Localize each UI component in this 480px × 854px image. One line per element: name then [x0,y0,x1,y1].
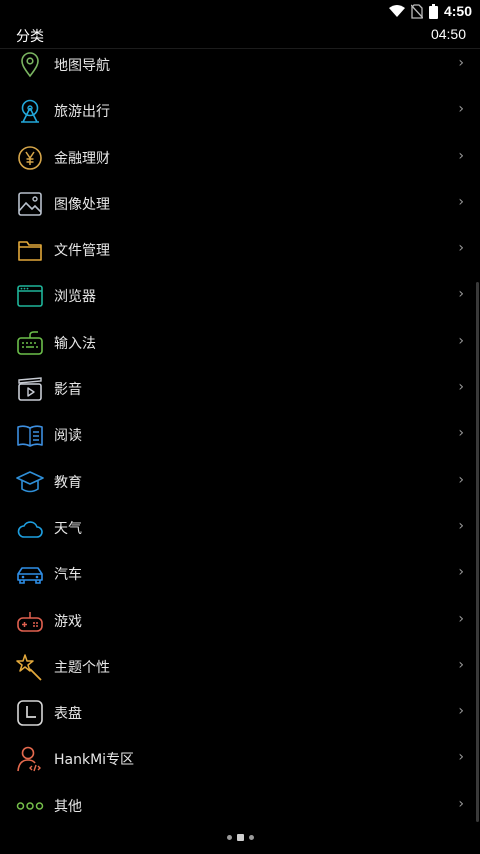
category-item-image-editing[interactable]: 图像处理 › [0,182,480,228]
category-item-file-manager[interactable]: 文件管理 › [0,228,480,274]
category-label: 游戏 [54,613,82,630]
category-item-education[interactable]: 教育 › [0,460,480,506]
category-item-browser[interactable]: 浏览器 › [0,274,480,320]
category-item-others[interactable]: 其他 › [0,784,480,830]
developer-user-icon [16,745,44,773]
video-player-icon [16,375,44,403]
category-label: 地图导航 [54,58,110,74]
category-label: 影音 [54,382,82,399]
no-sim-icon [410,3,423,19]
more-dots-icon [16,792,44,820]
chevron-right-icon: › [458,517,464,534]
page-dot [226,835,232,840]
category-label: 表盘 [54,706,82,723]
chevron-right-icon: › [458,749,464,766]
category-label: 汽车 [54,567,82,584]
yen-coin-icon [16,144,44,172]
scrollbar[interactable] [476,282,479,822]
chevron-right-icon: › [458,55,464,71]
folder-icon [16,236,44,264]
status-icons: 4:50 [388,3,472,19]
chevron-right-icon: › [458,240,464,257]
chevron-right-icon: › [458,379,464,396]
chevron-right-icon: › [458,564,464,581]
category-label: 金融理财 [54,150,110,167]
wifi-icon [388,5,405,17]
chevron-right-icon: › [458,610,464,627]
category-item-input-method[interactable]: 输入法 › [0,321,480,367]
category-item-themes[interactable]: 主题个性 › [0,645,480,691]
category-label: 浏览器 [54,289,96,306]
magic-wand-icon [16,653,44,681]
chevron-right-icon: › [458,101,464,118]
chevron-right-icon: › [458,286,464,303]
category-item-reading[interactable]: 阅读 › [0,413,480,459]
chevron-right-icon: › [458,795,464,812]
category-label: 文件管理 [54,243,110,260]
category-label: 输入法 [54,335,96,352]
category-item-games[interactable]: 游戏 › [0,599,480,645]
category-label: 教育 [54,474,82,491]
chevron-right-icon: › [458,656,464,673]
clock-icon [16,699,44,727]
chevron-right-icon: › [458,471,464,488]
category-label: 其他 [54,798,82,815]
category-label: 天气 [54,520,82,537]
ferris-wheel-icon [16,97,44,125]
open-book-icon [16,421,44,449]
keyboard-icon [16,329,44,357]
status-time: 4:50 [443,3,472,19]
category-item-watch-faces[interactable]: 表盘 › [0,691,480,737]
chevron-right-icon: › [458,425,464,442]
category-item-finance[interactable]: 金融理财 › [0,136,480,182]
battery-icon [428,3,438,19]
gamepad-icon [16,607,44,635]
category-label: 阅读 [54,428,82,445]
image-icon [16,190,44,218]
chevron-right-icon: › [458,193,464,210]
status-bar: 4:50 [0,0,480,22]
category-label: 主题个性 [54,659,110,676]
chevron-right-icon: › [458,332,464,349]
page-dot [248,835,254,840]
category-item-map-navigation[interactable]: 地图导航 › [0,43,480,89]
car-icon [16,560,44,588]
cloud-icon [16,514,44,542]
category-list: 地图导航 › 旅游出行 › 金融理财 › 图像处理 › 文件管理 › 浏览器 ›… [0,43,480,830]
browser-window-icon [16,282,44,310]
header-clock: 04:50 [430,26,466,42]
category-item-hankmi-zone[interactable]: HankMi专区 › [0,737,480,783]
chevron-right-icon: › [458,147,464,164]
page-dot-active [236,834,244,841]
category-label: 图像处理 [54,196,110,213]
category-item-weather[interactable]: 天气 › [0,506,480,552]
graduation-cap-icon [16,468,44,496]
page-indicator [0,834,480,841]
map-pin-icon [16,51,44,79]
category-label: 旅游出行 [54,104,110,121]
category-label: HankMi专区 [54,752,135,769]
category-item-audio-video[interactable]: 影音 › [0,367,480,413]
chevron-right-icon: › [458,703,464,720]
category-item-travel[interactable]: 旅游出行 › [0,89,480,135]
category-item-car[interactable]: 汽车 › [0,552,480,598]
